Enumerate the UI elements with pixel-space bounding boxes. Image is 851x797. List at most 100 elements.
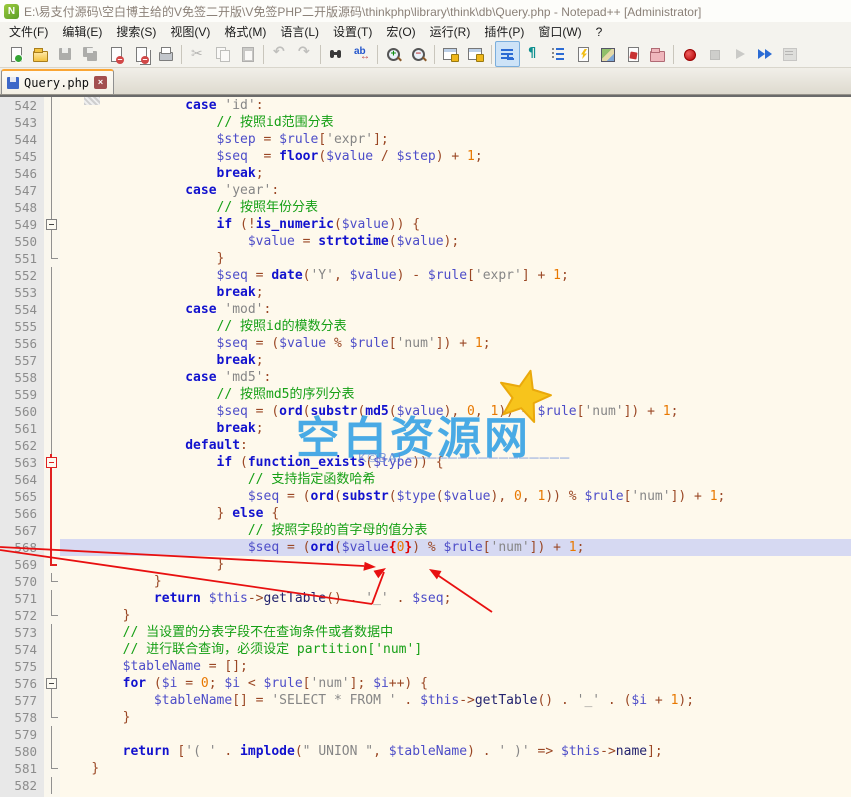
sync-scroll-h-button[interactable]	[463, 41, 488, 67]
find-button[interactable]	[324, 41, 349, 67]
toolbar-separator	[491, 45, 492, 64]
line-number: 577	[0, 692, 44, 709]
code-text: if (!is_numeric($value)) {	[60, 216, 851, 233]
word-wrap-button[interactable]	[495, 41, 520, 67]
copy-button[interactable]	[210, 41, 235, 67]
editor-corner-hatch	[84, 97, 100, 105]
code-text: break;	[60, 352, 851, 369]
code-text: default:	[60, 437, 851, 454]
line-number: 555	[0, 318, 44, 335]
fold-margin-marker	[44, 318, 60, 335]
code-text: $seq = floor($value / $step) + 1;	[60, 148, 851, 165]
undo-button[interactable]	[267, 41, 292, 67]
new-file-button[interactable]	[3, 41, 28, 67]
menu-item-10[interactable]: 窗口(W)	[531, 21, 588, 42]
close-all-button[interactable]	[128, 41, 153, 67]
run-command-icon	[624, 46, 641, 62]
fold-margin-marker	[44, 488, 60, 505]
menu-item-2[interactable]: 搜索(S)	[109, 21, 163, 42]
zoom-out-button[interactable]	[406, 41, 431, 67]
folder-workspace-button[interactable]	[645, 41, 670, 67]
code-line: 578 }	[0, 709, 851, 726]
line-number: 562	[0, 437, 44, 454]
menu-item-1[interactable]: 编辑(E)	[55, 21, 109, 42]
code-line: 573 // 当设置的分表字段不在查询条件或者数据中	[0, 624, 851, 641]
fold-margin-marker	[44, 607, 60, 624]
toolbar-separator	[434, 45, 435, 64]
close-button[interactable]	[103, 41, 128, 67]
fold-margin-marker	[44, 97, 60, 114]
macro-play-button[interactable]	[727, 41, 752, 67]
code-line: 543 // 按照id范围分表	[0, 114, 851, 131]
menu-item-0[interactable]: 文件(F)	[2, 21, 55, 42]
fold-margin-marker	[44, 420, 60, 437]
redo-button[interactable]	[292, 41, 317, 67]
code-text: // 按照id范围分表	[60, 114, 851, 131]
title-bar: N E:\易支付源码\空白博主给的V免签二开版\V免签PHP二开版源码\thin…	[0, 0, 851, 22]
code-editor[interactable]: 542 case 'id':543 // 按照id范围分表544 $step =…	[0, 95, 851, 797]
save-all-icon	[82, 46, 99, 62]
fold-margin-marker	[44, 267, 60, 284]
fold-margin-marker	[44, 726, 60, 743]
menu-item-11[interactable]: ?	[589, 23, 610, 41]
redo-icon	[296, 46, 313, 62]
menu-item-9[interactable]: 插件(P)	[477, 21, 531, 42]
paste-button[interactable]	[235, 41, 260, 67]
code-text: // 按照字段的首字母的值分表	[60, 522, 851, 539]
code-text: }	[60, 607, 851, 624]
print-button[interactable]	[153, 41, 178, 67]
line-number: 580	[0, 743, 44, 760]
macro-run-multi-button[interactable]	[752, 41, 777, 67]
code-line: 571 return $this->getTable() . '_' . $se…	[0, 590, 851, 607]
fold-margin-marker	[44, 165, 60, 182]
menu-item-4[interactable]: 格式(M)	[217, 21, 273, 42]
line-number: 568	[0, 539, 44, 556]
fold-margin-marker	[44, 760, 60, 777]
cut-button[interactable]	[185, 41, 210, 67]
code-text: } else {	[60, 505, 851, 522]
fold-margin-marker	[44, 505, 60, 522]
tab-close-icon[interactable]: ×	[94, 76, 107, 89]
save-all-button[interactable]	[78, 41, 103, 67]
zoom-in-button[interactable]	[381, 41, 406, 67]
line-number: 567	[0, 522, 44, 539]
code-text: }	[60, 250, 851, 267]
sync-scroll-v-button[interactable]	[438, 41, 463, 67]
indent-guide-button[interactable]	[545, 41, 570, 67]
code-line: 564 // 支持指定函数哈希	[0, 471, 851, 488]
fold-margin-marker[interactable]	[44, 675, 60, 692]
code-line: 569 }	[0, 556, 851, 573]
fold-margin-marker	[44, 692, 60, 709]
fold-margin-marker[interactable]	[44, 454, 60, 471]
menu-item-7[interactable]: 宏(O)	[379, 21, 422, 42]
fold-margin-marker	[44, 369, 60, 386]
show-all-chars-button[interactable]	[520, 41, 545, 67]
tab-query-php[interactable]: Query.php ×	[1, 69, 114, 94]
macro-save-button[interactable]	[777, 41, 802, 67]
line-number: 573	[0, 624, 44, 641]
code-line: 579	[0, 726, 851, 743]
open-button[interactable]	[28, 41, 53, 67]
save-button[interactable]	[53, 41, 78, 67]
menu-item-8[interactable]: 运行(R)	[423, 21, 478, 42]
run-command-button[interactable]	[620, 41, 645, 67]
function-list-button[interactable]	[570, 41, 595, 67]
code-text: break;	[60, 284, 851, 301]
line-number: 551	[0, 250, 44, 267]
menu-item-3[interactable]: 视图(V)	[163, 21, 217, 42]
replace-button[interactable]	[349, 41, 374, 67]
code-text: }	[60, 709, 851, 726]
code-text: break;	[60, 420, 851, 437]
code-line: 582	[0, 777, 851, 794]
sync-scroll-h-icon	[467, 46, 484, 62]
code-text: $seq = date('Y', $value) - $rule['expr']…	[60, 267, 851, 284]
menu-item-6[interactable]: 设置(T)	[326, 21, 379, 42]
code-text: // 按照年份分表	[60, 199, 851, 216]
menu-item-5[interactable]: 语言(L)	[273, 21, 326, 42]
code-text: case 'mod':	[60, 301, 851, 318]
macro-record-button[interactable]	[677, 41, 702, 67]
document-map-button[interactable]	[595, 41, 620, 67]
line-number: 548	[0, 199, 44, 216]
macro-stop-button[interactable]	[702, 41, 727, 67]
fold-margin-marker[interactable]	[44, 216, 60, 233]
